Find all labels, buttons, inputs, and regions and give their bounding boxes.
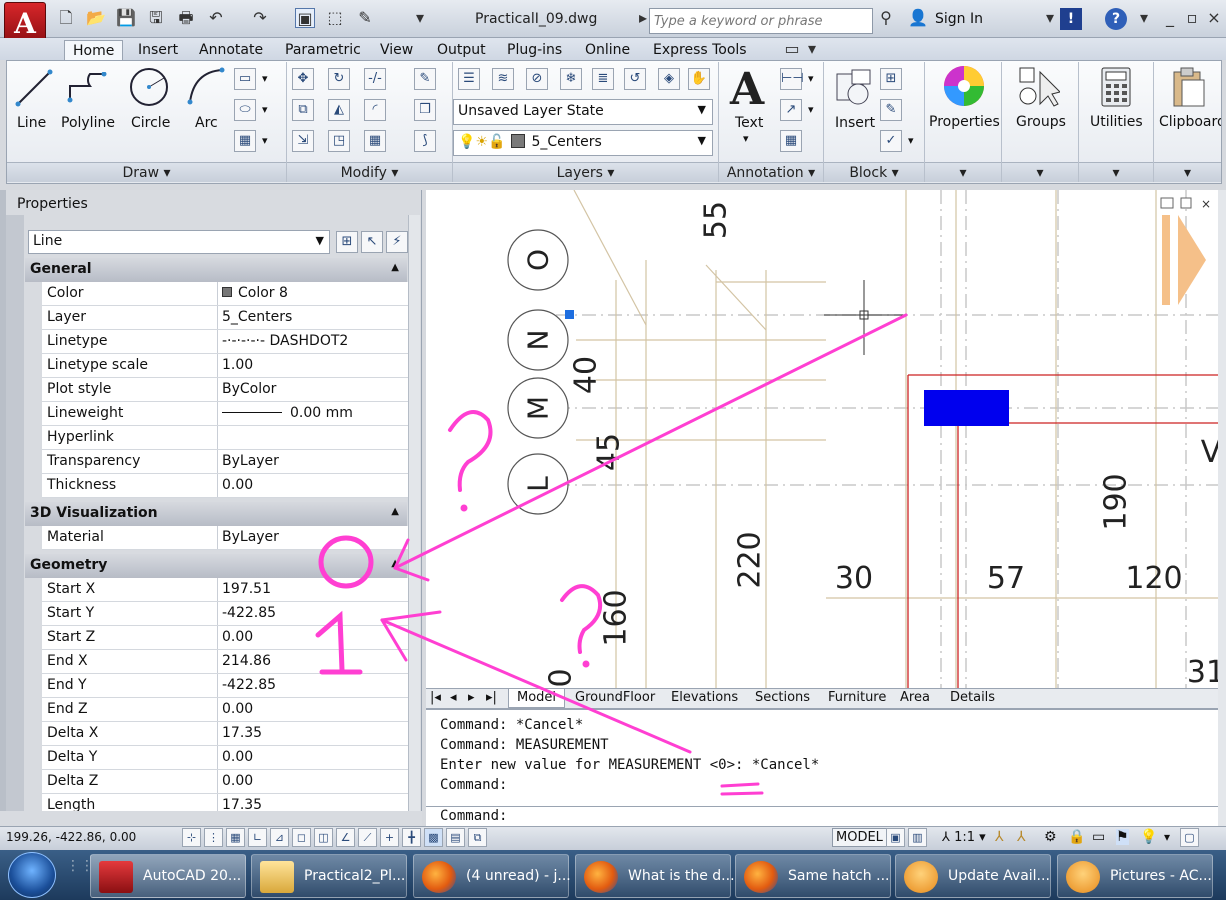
3d-osnap-icon[interactable]: ◫ bbox=[314, 828, 333, 847]
polar-tracking-icon[interactable]: ⊿ bbox=[270, 828, 289, 847]
ortho-mode-icon[interactable]: ∟ bbox=[248, 828, 267, 847]
annotation-scale[interactable]: ⅄ 1:1 ▾ bbox=[942, 830, 986, 845]
coordinates-readout[interactable]: 199.26, -422.86, 0.00 bbox=[6, 830, 136, 844]
hardware-acceleration-icon[interactable]: ▭ bbox=[1092, 829, 1105, 845]
taskbar-button-label: AutoCAD 20... bbox=[143, 868, 242, 884]
taskbar-button-label: Pictures - AC... bbox=[1110, 868, 1212, 884]
drafting-toggles: ⊹ ⋮ ▦ ∟ ⊿ ◻ ◫ ∠ ⟋ + ╋ ▩ ▤ ⧉ bbox=[182, 828, 487, 847]
taskbar-button[interactable]: (4 unread) - j... bbox=[413, 854, 571, 898]
lightbulb-icon[interactable]: 💡 bbox=[1140, 829, 1157, 845]
grid-display-icon[interactable]: ▦ bbox=[226, 828, 245, 847]
vlc-icon bbox=[1066, 861, 1100, 893]
clean-screen-icon[interactable]: ▢ bbox=[1180, 828, 1199, 847]
taskbar-button[interactable]: Pictures - AC... bbox=[1057, 854, 1213, 898]
annotation-visibility-icon[interactable]: ⅄ bbox=[995, 829, 1004, 845]
workspace-switching-icon[interactable]: ⚙ bbox=[1044, 829, 1057, 845]
annotation-scale-value: 1:1 bbox=[954, 830, 976, 845]
infer-constraints-icon[interactable]: ⊹ bbox=[182, 828, 201, 847]
dynamic-ucs-icon[interactable]: ⟋ bbox=[358, 828, 377, 847]
object-snap-icon[interactable]: ◻ bbox=[292, 828, 311, 847]
taskbar-button[interactable]: AutoCAD 20... bbox=[90, 854, 246, 898]
vlc-icon bbox=[904, 861, 938, 893]
taskbar-button[interactable]: Update Avail... bbox=[895, 854, 1051, 898]
model-space-button[interactable]: MODEL bbox=[832, 828, 887, 847]
firefox-icon bbox=[744, 861, 778, 893]
object-snap-tracking-icon[interactable]: ∠ bbox=[336, 828, 355, 847]
taskbar-button-label: (4 unread) - j... bbox=[466, 868, 571, 884]
taskbar-button-label: Practical2_Pl... bbox=[304, 868, 406, 884]
status-menu-icon[interactable]: ▾ bbox=[1164, 830, 1170, 844]
folder-icon bbox=[260, 861, 294, 893]
start-button-icon[interactable] bbox=[8, 852, 56, 898]
transparency-icon[interactable]: ▩ bbox=[424, 828, 443, 847]
toolbar-lock-icon[interactable]: 🔒 bbox=[1068, 829, 1085, 845]
quick-properties-icon[interactable]: ▤ bbox=[446, 828, 465, 847]
firefox-icon bbox=[584, 861, 618, 893]
selection-cycling-icon[interactable]: ⧉ bbox=[468, 828, 487, 847]
snap-mode-icon[interactable]: ⋮ bbox=[204, 828, 223, 847]
quick-view-drawings-icon[interactable]: ▥ bbox=[908, 828, 927, 847]
taskbar-button-label: Update Avail... bbox=[948, 868, 1050, 884]
quick-view-layouts-icon[interactable]: ▣ bbox=[886, 828, 905, 847]
taskbar-grip-icon: ⋮⋮ bbox=[66, 858, 94, 894]
taskbar-button[interactable]: Practical2_Pl... bbox=[251, 854, 407, 898]
taskbar-button-label: What is the d... bbox=[628, 868, 735, 884]
taskbar-button[interactable]: Same hatch ... bbox=[735, 854, 891, 898]
dynamic-input-icon[interactable]: + bbox=[380, 828, 399, 847]
lineweight-icon[interactable]: ╋ bbox=[402, 828, 421, 847]
auto-scale-icon[interactable]: ⅄ bbox=[1017, 829, 1026, 845]
taskbar-button-label: Same hatch ... bbox=[788, 868, 890, 884]
isolate-objects-icon[interactable]: ⚑ bbox=[1116, 829, 1129, 845]
autocad-icon bbox=[99, 861, 133, 893]
annotation-scale-icon: ⅄ bbox=[942, 830, 950, 845]
firefox-icon bbox=[422, 861, 456, 893]
user-annotations-overlay bbox=[315, 313, 908, 796]
taskbar-button[interactable]: What is the d... bbox=[575, 854, 735, 898]
